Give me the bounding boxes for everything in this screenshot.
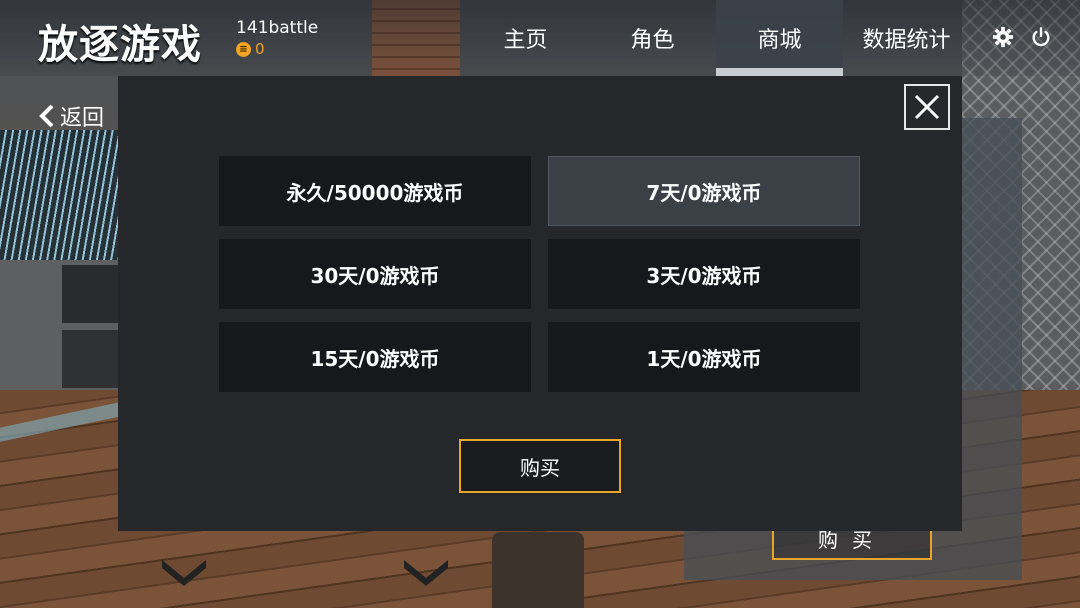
buy-button[interactable]: 购买 (459, 439, 621, 493)
background-window (0, 130, 118, 270)
duration-option-1-day[interactable]: 1天/0游戏币 (548, 322, 860, 392)
username: 141battle (236, 18, 319, 38)
coin-balance: ≡ 0 (236, 40, 318, 58)
back-button[interactable]: 返回 (38, 100, 104, 132)
chevron-down-icon (402, 556, 450, 586)
chevron-left-icon (39, 104, 54, 128)
chevron-down-icon (160, 556, 208, 586)
close-button[interactable] (904, 84, 950, 130)
character-figure (492, 532, 584, 608)
duration-option-permanent[interactable]: 永久/50000游戏币 (219, 156, 531, 226)
coin-count: 0 (255, 40, 265, 58)
duration-option-30-days[interactable]: 30天/0游戏币 (219, 239, 531, 309)
tab-character[interactable]: 角色 (589, 0, 716, 76)
app-logo: 放逐游戏 (38, 22, 202, 68)
tab-statistics[interactable]: 数据统计 (843, 0, 970, 76)
background-door-panel (62, 265, 118, 323)
background-door-panel (62, 330, 118, 388)
power-icon[interactable] (1030, 26, 1052, 48)
purchase-duration-dialog: 永久/50000游戏币 7天/0游戏币 30天/0游戏币 3天/0游戏币 15天… (118, 76, 962, 531)
coin-icon: ≡ (236, 41, 251, 57)
user-info: 141battle ≡ 0 (236, 18, 318, 58)
tab-home[interactable]: 主页 (462, 0, 589, 76)
duration-option-15-days[interactable]: 15天/0游戏币 (219, 322, 531, 392)
back-label: 返回 (60, 106, 105, 131)
duration-option-3-days[interactable]: 3天/0游戏币 (548, 239, 860, 309)
settings-icon[interactable] (992, 26, 1014, 48)
duration-option-7-days[interactable]: 7天/0游戏币 (548, 156, 860, 226)
close-icon (914, 94, 940, 120)
main-nav: 主页 角色 商城 数据统计 (462, 0, 970, 76)
tab-shop[interactable]: 商城 (716, 0, 843, 76)
top-bar: 放逐游戏 141battle ≡ 0 主页 角色 商城 数据统计 (0, 0, 1080, 76)
